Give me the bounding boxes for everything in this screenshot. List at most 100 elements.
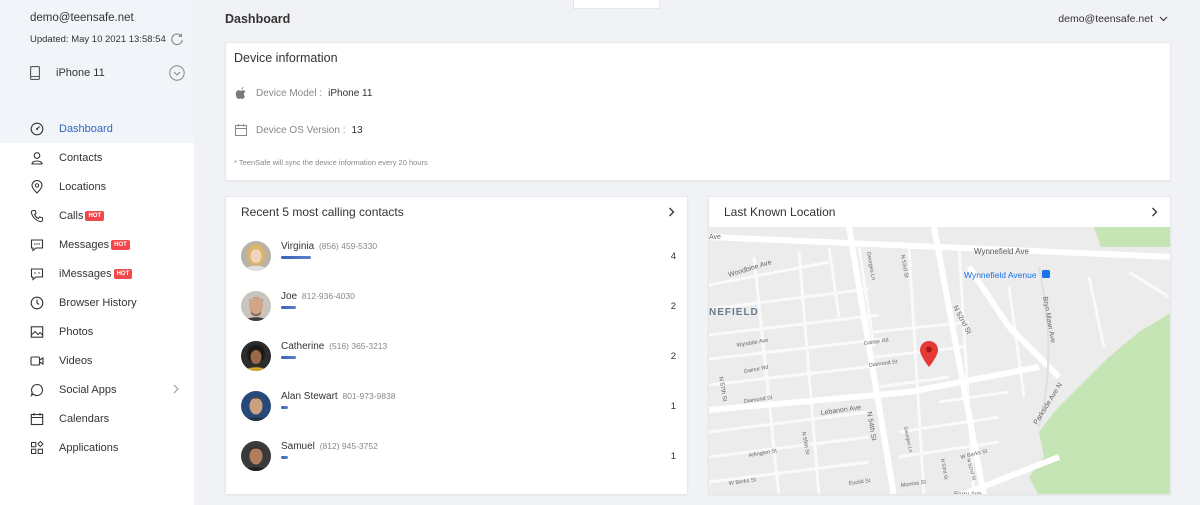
sidebar-item-calls[interactable]: Calls HOT xyxy=(0,201,194,230)
call-count-bar xyxy=(281,356,296,359)
contact-name-line: Virginia (856) 459-5330 xyxy=(281,241,377,252)
last-location-title: Last Known Location xyxy=(724,205,836,219)
sidebar-item-calendars[interactable]: Calendars xyxy=(0,404,194,433)
contact-name-line: Catherine (516) 365-3213 xyxy=(281,341,387,352)
call-count: 2 xyxy=(670,351,676,362)
image-icon xyxy=(30,325,44,339)
call-count-bar xyxy=(281,306,296,309)
contact-row[interactable]: Virginia (856) 459-5330 4 xyxy=(241,241,676,273)
page-title: Dashboard xyxy=(225,12,291,26)
chevron-right-icon[interactable] xyxy=(1151,207,1158,217)
avatar xyxy=(241,341,271,371)
contact-phone: (856) 459-5330 xyxy=(318,241,378,251)
sidebar: demo@teensafe.net Updated: May 10 2021 1… xyxy=(0,0,194,505)
call-count: 1 xyxy=(670,401,676,412)
user-email: demo@teensafe.net xyxy=(1058,13,1153,25)
device-os-label: Device OS Version : xyxy=(256,124,346,136)
sidebar-item-browser-history[interactable]: Browser History xyxy=(0,288,194,317)
sync-icon[interactable] xyxy=(170,32,184,46)
sidebar-item-photos[interactable]: Photos xyxy=(0,317,194,346)
sidebar-item-videos[interactable]: Videos xyxy=(0,346,194,375)
imessage-icon xyxy=(30,267,44,281)
svg-text:Wynnefield Ave: Wynnefield Ave xyxy=(974,247,1029,256)
phone-device-icon xyxy=(30,66,40,80)
last-updated: Updated: May 10 2021 13:58:54 xyxy=(30,32,194,46)
sidebar-item-locations[interactable]: Locations xyxy=(0,172,194,201)
chevron-right-icon xyxy=(173,384,179,394)
last-location-card: Last Known Location Ave Woodbine Ave Wyn… xyxy=(708,196,1171,495)
sidebar-nav: Dashboard Contacts Locations Calls HOT M… xyxy=(0,114,194,462)
calendar-icon xyxy=(235,124,247,136)
sidebar-item-label: Messages xyxy=(59,238,110,251)
chevron-right-icon[interactable] xyxy=(668,207,675,217)
recent-calls-header[interactable]: Recent 5 most calling contacts xyxy=(226,197,687,227)
hot-badge: HOT xyxy=(111,239,130,250)
sidebar-item-label: Social Apps xyxy=(59,383,117,396)
device-info-card: Device information Device Model : iPhone… xyxy=(225,42,1171,181)
calendar-icon xyxy=(30,412,44,426)
device-model-value: iPhone 11 xyxy=(328,87,373,99)
dashboard-icon xyxy=(30,122,44,136)
device-model-row: Device Model : iPhone 11 xyxy=(234,86,372,100)
device-os-row: Device OS Version : 13 xyxy=(234,123,363,137)
account-email: demo@teensafe.net xyxy=(30,12,134,24)
call-count-bar xyxy=(281,456,288,459)
message-icon xyxy=(30,238,44,252)
contact-name-line: Samuel (812) 945-3752 xyxy=(281,441,378,452)
contact-row[interactable]: Alan Stewart 801-973-9838 1 xyxy=(241,391,676,423)
hot-badge: HOT xyxy=(113,268,133,279)
contact-name-line: Joe 812-936-4030 xyxy=(281,291,355,302)
sidebar-account-panel: demo@teensafe.net Updated: May 10 2021 1… xyxy=(0,0,194,128)
sidebar-item-dashboard[interactable]: Dashboard xyxy=(0,114,194,143)
apps-grid-icon xyxy=(30,440,44,455)
device-name: iPhone 11 xyxy=(56,67,105,79)
recent-calls-title: Recent 5 most calling contacts xyxy=(241,205,404,219)
last-location-header[interactable]: Last Known Location xyxy=(709,197,1170,227)
user-menu[interactable]: demo@teensafe.net xyxy=(1058,13,1168,25)
top-tab-handle xyxy=(573,0,660,9)
contact-phone: 801-973-9838 xyxy=(342,391,396,401)
sidebar-item-contacts[interactable]: Contacts xyxy=(0,143,194,172)
sidebar-item-imessages[interactable]: iMessages HOT xyxy=(0,259,194,288)
sidebar-item-applications[interactable]: Applications xyxy=(0,433,194,462)
svg-text:NEFIELD: NEFIELD xyxy=(709,307,759,318)
call-count: 1 xyxy=(670,451,676,462)
sidebar-item-label: Photos xyxy=(59,325,94,338)
device-model-label: Device Model : xyxy=(256,87,323,99)
chat-bubble-icon xyxy=(30,383,44,397)
apple-icon xyxy=(235,87,246,99)
chevron-down-icon xyxy=(1159,16,1168,22)
sidebar-item-label: Calls xyxy=(59,209,84,222)
clock-icon xyxy=(30,296,44,310)
contact-row[interactable]: Joe 812-936-4030 2 xyxy=(241,291,676,323)
avatar xyxy=(241,441,271,471)
call-count: 2 xyxy=(670,301,676,312)
device-os-value: 13 xyxy=(351,124,363,136)
sidebar-item-label: Calendars xyxy=(59,412,110,425)
sidebar-item-label: Applications xyxy=(59,441,119,454)
hot-badge: HOT xyxy=(85,210,105,221)
sidebar-item-label: Contacts xyxy=(59,151,103,164)
location-map[interactable]: Ave Woodbine Ave Wynnefield Ave Wynnefie… xyxy=(709,227,1170,495)
contact-name-line: Alan Stewart 801-973-9838 xyxy=(281,391,395,402)
park-area xyxy=(1094,227,1170,247)
svg-text:Ferry Ave: Ferry Ave xyxy=(954,491,982,495)
contacts-icon xyxy=(30,151,44,165)
contact-name: Joe xyxy=(281,291,298,302)
chevron-down-icon[interactable] xyxy=(169,65,185,81)
video-icon xyxy=(30,354,44,368)
contact-name: Virginia xyxy=(281,241,315,252)
sidebar-item-messages[interactable]: Messages HOT xyxy=(0,230,194,259)
call-count-bar xyxy=(281,406,288,409)
avatar xyxy=(241,241,271,271)
recent-calls-card: Recent 5 most calling contacts Virginia … xyxy=(225,196,688,495)
call-count: 4 xyxy=(670,251,676,262)
contact-row[interactable]: Samuel (812) 945-3752 1 xyxy=(241,441,676,473)
sidebar-item-social-apps[interactable]: Social Apps xyxy=(0,375,194,404)
svg-text:Ave: Ave xyxy=(709,234,721,241)
device-selector[interactable]: iPhone 11 xyxy=(30,65,185,81)
svg-text:Wynnefield Avenue: Wynnefield Avenue xyxy=(964,270,1037,280)
sidebar-item-label: Browser History xyxy=(59,296,137,309)
contact-phone: (516) 365-3213 xyxy=(329,341,388,351)
contact-row[interactable]: Catherine (516) 365-3213 2 xyxy=(241,341,676,373)
